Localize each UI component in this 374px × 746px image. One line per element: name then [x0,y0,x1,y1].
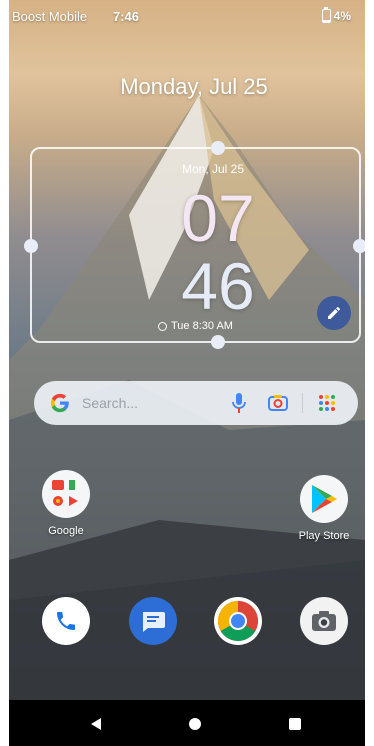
battery-icon [321,7,331,23]
play-store-icon[interactable] [300,475,348,523]
resize-handle-bottom[interactable] [211,335,225,349]
dock-messages-app[interactable] [129,597,177,645]
back-icon[interactable] [89,717,103,731]
messages-icon [143,612,165,632]
clock-widget-resize-frame[interactable]: Mon, Jul 25 07 46 Tue 8:30 AM [24,141,365,349]
carrier-name: Boost Mobile [12,9,88,24]
phone-icon [57,612,75,630]
dock-chrome-app[interactable] [214,597,262,645]
home-icon[interactable] [189,718,201,730]
recents-icon[interactable] [289,718,301,730]
battery-status: 4% [321,7,351,23]
pencil-icon [328,307,340,319]
camera-icon [312,611,336,631]
google-folder-icon[interactable] [42,470,90,518]
edit-widget-button[interactable] [317,296,351,330]
battery-percent: 4% [333,9,351,23]
clock-minute: 46 [181,249,255,323]
google-search-bar[interactable]: Search... [34,381,358,425]
clock-hour: 07 [181,181,255,255]
chrome-icon [218,601,258,641]
app-label-play-store: Play Store [298,530,350,542]
status-bar: Boost Mobile 7:46 4% [9,0,365,30]
next-alarm-text: Tue 8:30 AM [171,320,233,332]
search-placeholder[interactable]: Search... [82,395,138,411]
google-lens-icon[interactable] [267,392,289,414]
alarm-icon [158,321,167,331]
dock-phone-app[interactable] [42,597,90,645]
resize-handle-right[interactable] [353,239,365,253]
home-screen: Boost Mobile 7:46 4% Monday, Jul 25 Mon,… [9,0,365,746]
app-grid-icon[interactable] [317,393,337,413]
navigation-bar [9,700,365,746]
google-g-icon[interactable] [49,392,71,414]
app-label-google: Google [48,525,84,537]
date-display[interactable]: Monday, Jul 25 [9,74,365,100]
status-time: 7:46 [113,9,140,24]
app-play-store[interactable]: Play Store [294,475,354,542]
play-triangle-icon [312,485,337,513]
search-divider [302,393,303,413]
app-google[interactable]: Google [40,470,92,537]
resize-handle-top[interactable] [211,141,225,155]
dock-camera-app[interactable] [300,597,348,645]
resize-handle-left[interactable] [24,239,38,253]
clock-widget-date: Mon, Jul 25 [182,162,245,176]
next-alarm: Tue 8:30 AM [158,320,233,332]
google-apps-folder-icon [52,480,78,506]
microphone-icon[interactable] [230,392,248,414]
